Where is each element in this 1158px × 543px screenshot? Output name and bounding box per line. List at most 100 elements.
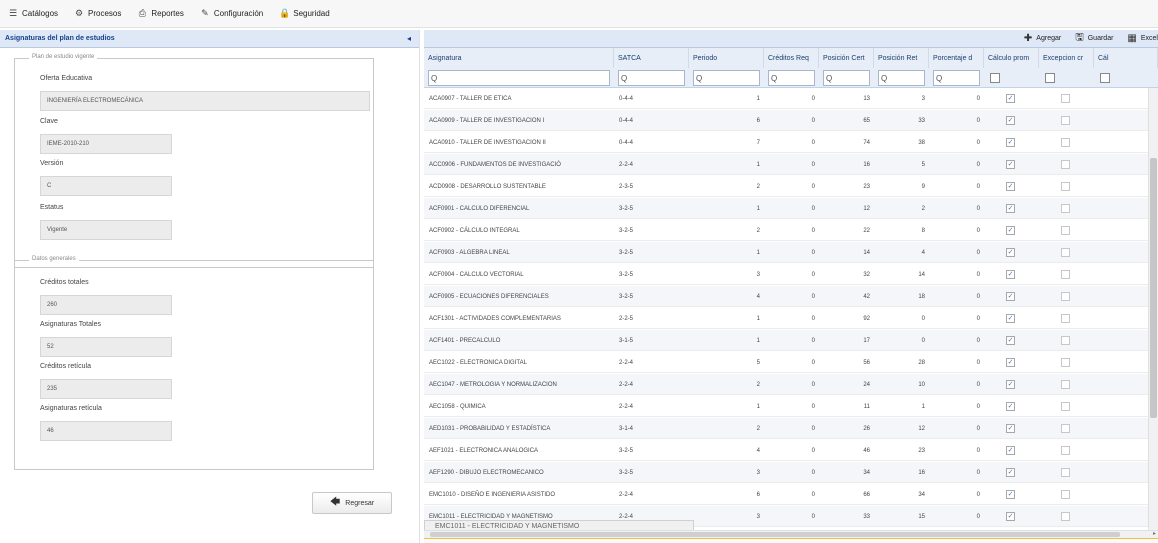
vertical-scroll-thumb[interactable]	[1150, 158, 1157, 418]
column-header[interactable]: Créditos Req	[764, 48, 819, 68]
excepcion-checkbox[interactable]	[1061, 182, 1070, 191]
table-row[interactable]: ACF0902 - CÁLCULO INTEGRAL 3-2-5 2 0 22 8 0 ✓	[424, 220, 1148, 241]
table-row[interactable]: AEC1022 - ELECTRONICA DIGITAL 2-2-4 5 0 56 28…	[424, 352, 1148, 373]
excepcion-checkbox[interactable]	[1061, 94, 1070, 103]
horizontal-scroll-thumb[interactable]	[430, 532, 1120, 537]
table-row[interactable]: ACC0906 - FUNDAMENTOS DE INVESTIGACIÓ 2-2…	[424, 154, 1148, 175]
table-row[interactable]: ACF1401 - PRECALCULO 3-1-5 1 0 17 0 0 ✓	[424, 330, 1148, 351]
excepcion-checkbox[interactable]	[1061, 490, 1070, 499]
excepcion-checkbox[interactable]	[1061, 446, 1070, 455]
calculo-checkbox[interactable]: ✓	[1006, 424, 1015, 433]
vertical-scrollbar[interactable]	[1148, 88, 1158, 530]
excepcion-checkbox[interactable]	[1061, 402, 1070, 411]
table-row[interactable]: ACA0910 - TALLER DE INVESTIGACION II 0-4-…	[424, 132, 1148, 153]
column-filter-input[interactable]: Q	[823, 70, 870, 86]
calculo-checkbox[interactable]: ✓	[1006, 490, 1015, 499]
calculo-checkbox[interactable]: ✓	[1006, 204, 1015, 213]
excepcion-checkbox[interactable]	[1061, 204, 1070, 213]
excepcion-checkbox[interactable]	[1061, 116, 1070, 125]
calculo-checkbox[interactable]: ✓	[1006, 292, 1015, 301]
save-button[interactable]: 🖫 Guardar	[1075, 30, 1113, 47]
excepcion-checkbox[interactable]	[1061, 160, 1070, 169]
table-row[interactable]: AEF1290 - DIBUJO ELECTROMECANICO 3-2-5 3 0 3…	[424, 462, 1148, 483]
calculo-checkbox[interactable]: ✓	[1006, 468, 1015, 477]
calculo-checkbox[interactable]: ✓	[1006, 94, 1015, 103]
creditos-reticula-field[interactable]: 235	[40, 379, 172, 399]
table-row[interactable]: AEF1021 - ELECTRONICA ANALOGICA 3-2-5 4 0 46…	[424, 440, 1148, 461]
calculo-checkbox[interactable]: ✓	[1006, 182, 1015, 191]
table-row[interactable]: ACF0903 - ALGEBRA LINEAL 3-2-5 1 0 14 4 0 ✓	[424, 242, 1148, 263]
table-row[interactable]: ACF0901 - CALCULO DIFERENCIAL 3-2-5 1 0 12 2 0…	[424, 198, 1148, 219]
column-header[interactable]: SATCA	[614, 48, 689, 68]
version-field[interactable]: C	[40, 176, 172, 196]
collapse-icon[interactable]: ◂	[407, 34, 411, 43]
excel-button[interactable]: ▦ Excel	[1127, 33, 1158, 44]
menu-procesos[interactable]: ⚙ Procesos	[74, 8, 121, 19]
menu-seguridad[interactable]: 🔒 Seguridad	[279, 8, 329, 19]
asignaturas-reticula-field[interactable]: 46	[40, 421, 172, 441]
column-filter-input[interactable]: Q	[768, 70, 815, 86]
table-row[interactable]: ACF0904 - CALCULO VECTORIAL 3-2-5 3 0 32 14 0 ✓	[424, 264, 1148, 285]
menu-configuracin[interactable]: ✎ Configuración	[200, 8, 263, 19]
excepcion-checkbox[interactable]	[1061, 292, 1070, 301]
menu-reportes[interactable]: ⎙ Reportes	[137, 8, 184, 19]
add-button[interactable]: ✚ Agregar	[1024, 33, 1061, 44]
calculo-checkbox[interactable]: ✓	[1006, 336, 1015, 345]
calculo-checkbox[interactable]: ✓	[1006, 314, 1015, 323]
excepcion-checkbox[interactable]	[1061, 358, 1070, 367]
excepcion-checkbox[interactable]	[1061, 248, 1070, 257]
column-filter-input[interactable]: Q	[878, 70, 925, 86]
excepcion-checkbox[interactable]	[1061, 468, 1070, 477]
column-header[interactable]: Asignatura	[424, 48, 614, 68]
column-header[interactable]: Periodo	[689, 48, 764, 68]
calculo-checkbox[interactable]: ✓	[1006, 380, 1015, 389]
excepcion-checkbox[interactable]	[1061, 138, 1070, 147]
clave-field[interactable]: IEME-2010-210	[40, 134, 172, 154]
horizontal-scrollbar[interactable]: ▸	[424, 530, 1158, 538]
table-row[interactable]: ACD0908 - DESARROLLO SUSTENTABLE 2-3-5 2 0 2…	[424, 176, 1148, 197]
oferta-field[interactable]: INGENIERÍA ELECTROMECÁNICA	[40, 91, 370, 111]
table-row[interactable]: EMC1010 - DISEÑO E INGENIERIA ASISTIDO 2-…	[424, 484, 1148, 505]
excepcion-checkbox[interactable]	[1061, 380, 1070, 389]
creditos-totales-field[interactable]: 260	[40, 295, 172, 315]
column-header[interactable]: Cálculo prom	[984, 48, 1039, 68]
calculo-checkbox[interactable]: ✓	[1006, 270, 1015, 279]
calculo-checkbox[interactable]: ✓	[1006, 226, 1015, 235]
excepcion-checkbox[interactable]	[1061, 314, 1070, 323]
table-row[interactable]: ACA0907 - TALLER DE ETICA 0-4-4 1 0 13 3 0 ✓	[424, 88, 1148, 109]
estatus-field[interactable]: Vigente	[40, 220, 172, 240]
table-row[interactable]: ACF0905 - ECUACIONES DIFERENCIALES 3-2-5 4…	[424, 286, 1148, 307]
column-filter-checkbox[interactable]	[1045, 73, 1055, 83]
scroll-right-icon[interactable]: ▸	[1153, 530, 1156, 537]
column-header[interactable]: Cál	[1094, 48, 1158, 68]
calculo-checkbox[interactable]: ✓	[1006, 512, 1015, 521]
column-header[interactable]: Posición Ret	[874, 48, 929, 68]
calculo-checkbox[interactable]: ✓	[1006, 160, 1015, 169]
column-header[interactable]: Excepcion cr	[1039, 48, 1094, 68]
excepcion-checkbox[interactable]	[1061, 270, 1070, 279]
column-filter-input[interactable]: Q	[428, 70, 610, 86]
column-filter-input[interactable]: Q	[618, 70, 685, 86]
asignaturas-totales-field[interactable]: 52	[40, 337, 172, 357]
calculo-checkbox[interactable]: ✓	[1006, 116, 1015, 125]
back-button[interactable]: 🡄 Regresar	[312, 492, 392, 514]
calculo-checkbox[interactable]: ✓	[1006, 248, 1015, 257]
table-row[interactable]: AEC1058 - QUIMICA 2-2-4 1 0 11 1 0 ✓	[424, 396, 1148, 417]
calculo-checkbox[interactable]: ✓	[1006, 138, 1015, 147]
menu-catlogos[interactable]: ☰ Catálogos	[8, 8, 58, 19]
excepcion-checkbox[interactable]	[1061, 226, 1070, 235]
column-header[interactable]: Posición Cert	[819, 48, 874, 68]
column-header[interactable]: Porcentaje d	[929, 48, 984, 68]
calculo-checkbox[interactable]: ✓	[1006, 446, 1015, 455]
table-row[interactable]: AED1031 - PROBABILIDAD Y ESTADÍSTICA 3-1-…	[424, 418, 1148, 439]
table-row[interactable]: ACA0909 - TALLER DE INVESTIGACION I 0-4-4…	[424, 110, 1148, 131]
column-filter-checkbox[interactable]	[1100, 73, 1110, 83]
calculo-checkbox[interactable]: ✓	[1006, 402, 1015, 411]
column-filter-input[interactable]: Q	[693, 70, 760, 86]
table-row[interactable]: ACF1301 - ACTIVIDADES COMPLEMENTARIAS 2-2…	[424, 308, 1148, 329]
calculo-checkbox[interactable]: ✓	[1006, 358, 1015, 367]
excepcion-checkbox[interactable]	[1061, 512, 1070, 521]
table-row[interactable]: AEC1047 - METROLOGIA Y NORMALIZACION 2-2-…	[424, 374, 1148, 395]
column-filter-checkbox[interactable]	[990, 73, 1000, 83]
excepcion-checkbox[interactable]	[1061, 424, 1070, 433]
